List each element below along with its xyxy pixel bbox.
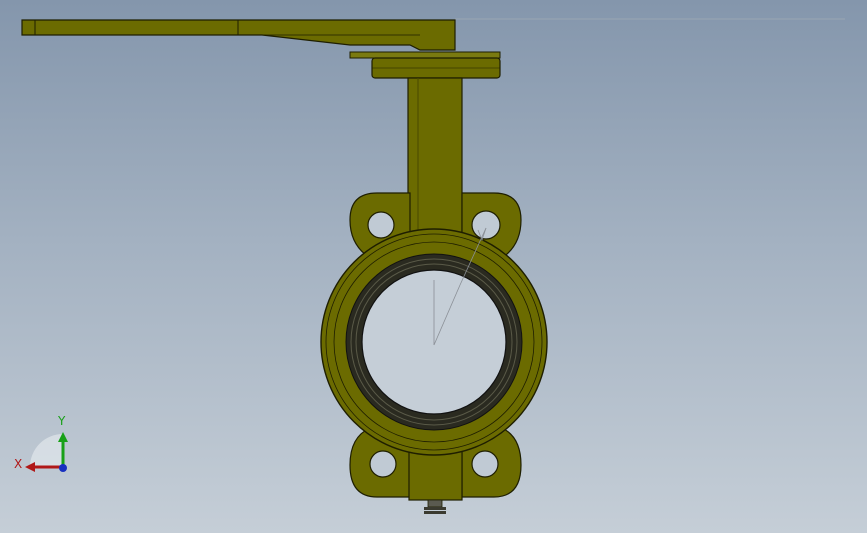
handle-lever[interactable] <box>21 19 456 51</box>
butterfly-valve-model[interactable] <box>0 0 867 533</box>
z-axis-dot <box>59 464 67 472</box>
y-axis-label: Y <box>57 414 66 428</box>
valve-neck[interactable] <box>407 77 463 244</box>
graphics-viewport[interactable]: Y X <box>0 0 867 533</box>
triad-graphic: Y X <box>14 414 68 472</box>
x-axis-label: X <box>14 457 22 471</box>
x-axis-arrowhead <box>25 462 35 472</box>
notch-plate[interactable] <box>349 51 501 59</box>
bottom-screw[interactable] <box>424 499 446 514</box>
reference-triad[interactable]: Y X <box>10 410 80 480</box>
